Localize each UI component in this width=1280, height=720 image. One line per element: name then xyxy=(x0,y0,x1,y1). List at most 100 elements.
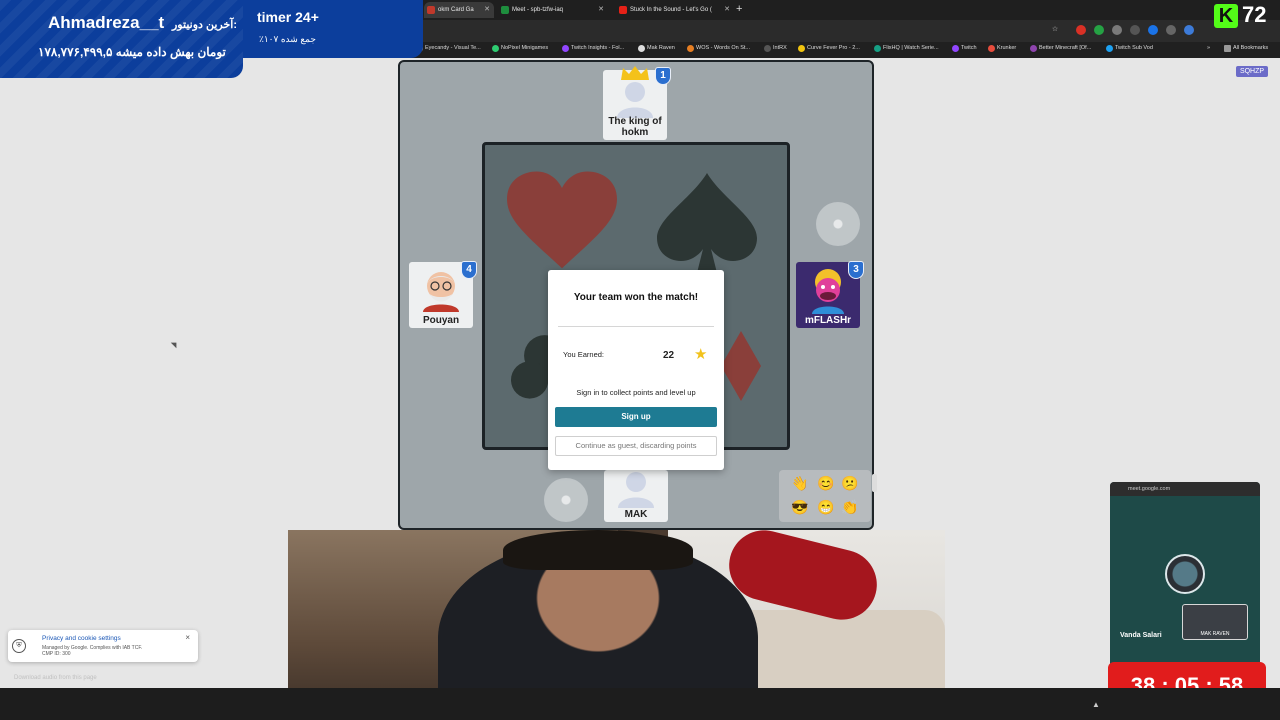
extension-icon[interactable] xyxy=(1148,25,1158,35)
bookmark-item[interactable]: NoPixel Minigames xyxy=(492,45,548,52)
bookmark-item[interactable]: Twitch xyxy=(952,45,977,52)
heart-suit-icon xyxy=(507,171,617,269)
tab-hokm[interactable]: okm Card Ga ✕ xyxy=(424,2,494,18)
diamond-suit-icon xyxy=(721,331,761,401)
player-rank-badge: 1 xyxy=(655,67,671,85)
colorful-avatar-icon xyxy=(812,269,844,314)
participant-name: Vanda Salari xyxy=(1120,632,1162,639)
emoji-reactions-panel: 👋 😊 😕 😎 😁 👏 xyxy=(779,470,871,522)
bookmark-item[interactable]: WOS - Words On St... xyxy=(687,45,750,52)
bookmark-icon xyxy=(952,45,959,52)
bookmark-icon xyxy=(798,45,805,52)
cookie-notice: ⛨ Privacy and cookie settings Managed by… xyxy=(8,630,198,662)
continue-as-guest-button[interactable]: Continue as guest, discarding points xyxy=(555,436,717,456)
bookmark-star-icon[interactable]: ☆ xyxy=(1050,25,1060,35)
streamer-hair xyxy=(503,530,693,570)
new-tab-plus-icon[interactable]: + xyxy=(736,2,742,16)
self-view-name: MAK RAVEN xyxy=(1200,631,1230,637)
old-man-avatar-icon xyxy=(423,272,459,312)
bookmark-item[interactable]: Curve Fever Pro - 2... xyxy=(798,45,860,52)
earned-value: 22 xyxy=(663,350,675,361)
star-icon: ★ xyxy=(694,346,708,363)
folder-icon xyxy=(1224,45,1231,52)
bookmark-item[interactable]: IntRX xyxy=(764,45,787,52)
meet-url-bar: meet.google.com xyxy=(1110,482,1260,496)
timer-progress: ٪۱۰۷ جمع شده xyxy=(259,34,316,44)
kick-logo-icon: K xyxy=(1214,4,1238,28)
crown-icon xyxy=(621,66,649,80)
bookmark-item[interactable]: Better Minecraft [Of... xyxy=(1030,45,1091,52)
bookmark-icon xyxy=(764,45,771,52)
spade-suit-icon xyxy=(657,173,757,273)
bookmark-item[interactable]: Twitch Insights - Fol... xyxy=(562,45,624,52)
modal-title: Your team won the match! xyxy=(573,292,699,303)
confused-emoji-icon[interactable]: 😕 xyxy=(841,475,858,491)
participant-avatar xyxy=(1165,554,1205,594)
donor-label: آخرین دونیتور: xyxy=(172,19,237,31)
bookmark-item[interactable]: FlixHQ | Watch Serie... xyxy=(874,45,939,52)
download-audio-link[interactable]: Download audio from this page xyxy=(14,675,97,681)
close-tab-icon[interactable]: ✕ xyxy=(724,2,730,18)
tab-youtube[interactable]: Stuck In the Sound - Let's Go ( ✕ xyxy=(616,2,734,18)
default-avatar-icon xyxy=(617,82,653,118)
player-rank-badge: 3 xyxy=(848,261,864,279)
close-tab-icon[interactable]: ✕ xyxy=(484,2,490,18)
self-view-tile: MAK RAVEN xyxy=(1182,604,1248,640)
divider xyxy=(558,326,714,327)
chevron-up-icon[interactable]: ▲ xyxy=(1092,700,1100,709)
bookmark-icon xyxy=(562,45,569,52)
room-code-badge: SQHZP xyxy=(1236,66,1268,77)
close-icon[interactable]: × xyxy=(185,633,190,642)
extension-icon[interactable] xyxy=(1076,25,1086,35)
meet-picture-in-picture[interactable]: meet.google.com Vanda Salari MAK RAVEN xyxy=(1110,482,1260,676)
bookmark-icon xyxy=(988,45,995,52)
extension-icon[interactable] xyxy=(1130,25,1140,35)
extension-icon[interactable] xyxy=(1094,25,1104,35)
earned-label: You Earned: xyxy=(563,350,605,359)
smile-emoji-icon[interactable]: 😊 xyxy=(817,475,834,491)
tab-meet[interactable]: Meet - spb-tzfw-iaq ✕ xyxy=(498,2,608,18)
all-bookmarks[interactable]: All Bookmarks xyxy=(1224,45,1268,52)
decorative-flower-icon xyxy=(544,478,588,522)
default-avatar-icon xyxy=(618,472,654,508)
meet-favicon-icon xyxy=(501,6,509,14)
wave-emoji-icon[interactable]: 👋 xyxy=(791,475,808,491)
decorative-flower-icon xyxy=(816,202,860,246)
extension-icon[interactable] xyxy=(1166,25,1176,35)
sunglasses-emoji-icon[interactable]: 😎 xyxy=(791,499,808,515)
cookie-title[interactable]: Privacy and cookie settings xyxy=(42,635,121,642)
emoji-scrollbar[interactable] xyxy=(872,474,877,492)
signin-prompt: Sign in to collect points and level up xyxy=(576,388,696,397)
player-bottom[interactable]: MAK xyxy=(604,470,668,522)
player-rank-badge: 4 xyxy=(461,261,477,279)
subathon-timer-overlay: timer 24+ ٪۱۰۷ جمع شده xyxy=(243,0,423,58)
donor-amount: ۱۷۸,۷۷۶,۴۹۹,۵ تومان بهش داده میشه xyxy=(38,45,226,59)
extension-icon[interactable] xyxy=(1184,25,1194,35)
overlay-pattern xyxy=(0,0,243,78)
signup-button[interactable]: Sign up xyxy=(555,407,717,427)
bookmarks-overflow-chevron-icon[interactable]: » xyxy=(1198,45,1210,51)
hokm-favicon-icon xyxy=(427,6,435,14)
bookmark-item[interactable]: Mak Raven xyxy=(638,45,675,52)
bookmark-item[interactable]: Twitch Sub Vod xyxy=(1106,45,1153,52)
bookmark-icon xyxy=(1106,45,1113,52)
extension-icon[interactable] xyxy=(1112,25,1122,35)
taskbar xyxy=(0,688,1280,720)
bookmark-icon xyxy=(1030,45,1037,52)
shield-icon: ⛨ xyxy=(12,639,26,653)
grin-emoji-icon[interactable]: 😁 xyxy=(817,499,834,515)
match-result-modal: Your team won the match! You Earned: 22 … xyxy=(548,270,724,470)
bookmark-icon xyxy=(874,45,881,52)
timer-title: timer 24+ xyxy=(257,9,319,25)
last-donor-overlay: Ahmadreza__t آخرین دونیتور: ۱۷۸,۷۷۶,۴۹۹,… xyxy=(0,0,243,78)
bookmark-icon xyxy=(687,45,694,52)
bookmark-item[interactable]: Krunker xyxy=(988,45,1016,52)
clap-emoji-icon[interactable]: 👏 xyxy=(841,499,858,515)
bookmark-item[interactable]: Eyecandy - Visual Te... xyxy=(416,45,481,52)
viewer-count: 72 xyxy=(1242,2,1267,27)
cookie-subtitle: Managed by Google. Complies with IAB TCF… xyxy=(42,645,143,657)
close-tab-icon[interactable]: ✕ xyxy=(598,2,604,18)
bookmark-icon xyxy=(492,45,499,52)
donor-name: Ahmadreza__t xyxy=(48,13,165,32)
bookmark-icon xyxy=(638,45,645,52)
